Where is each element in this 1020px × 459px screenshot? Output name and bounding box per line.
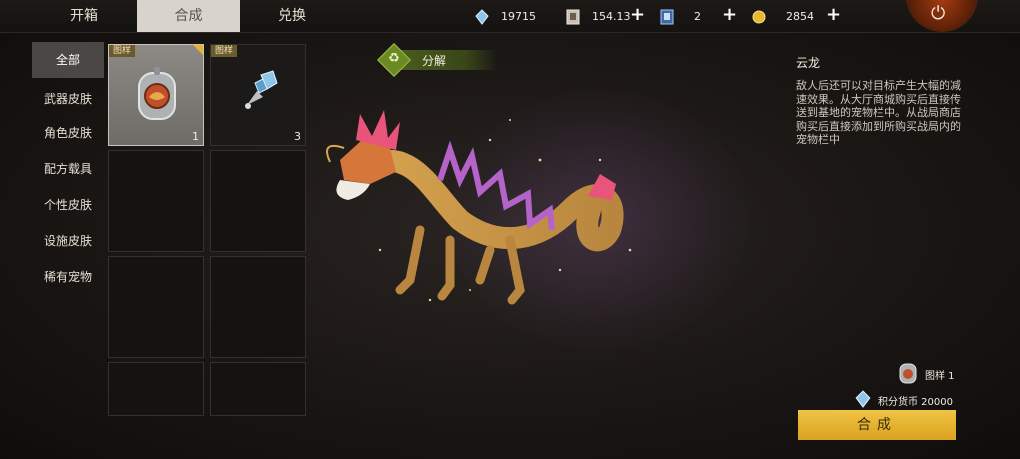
top-bar: 开箱 合成 兑换 19715 154.13 + 2 + 2854 + xyxy=(0,0,1020,33)
inventory-slot-pet-blueprint[interactable]: 图样 1 xyxy=(108,44,204,146)
blue-card-icon xyxy=(660,9,674,25)
sidebar-item-recipe-vehicles[interactable]: 配方载具 xyxy=(32,151,104,187)
item-name: 云龙 xyxy=(796,56,821,70)
resource-gold: 2854 + xyxy=(752,6,842,26)
blueprint-tag: 图样 xyxy=(109,45,136,57)
tab-exchange[interactable]: 兑换 xyxy=(242,0,342,32)
blueprint-requirement: 图样 1 xyxy=(925,371,955,382)
tab-synthesis[interactable]: 合成 xyxy=(137,0,240,32)
inventory-slot-rocket-blueprint[interactable]: 图样 3 xyxy=(210,44,306,146)
decompose-label: 分解 xyxy=(422,54,447,68)
crystal-value: 19715 xyxy=(501,10,536,23)
ticket-value: 154.13 xyxy=(592,10,631,23)
sidebar-item-facility-skins[interactable]: 设施皮肤 xyxy=(32,223,104,259)
blue-card-value: 2 xyxy=(694,10,701,23)
sidebar-item-personal-skins[interactable]: 个性皮肤 xyxy=(32,187,104,223)
blueprint-tag: 图样 xyxy=(211,45,238,57)
gold-value: 2854 xyxy=(786,10,814,23)
power-icon: ⏻ xyxy=(931,3,946,24)
item-description: 敌人后还可以对目标产生大幅的减速效果。从大厅商城购买后直接传送到基地的宠物栏中。… xyxy=(796,79,961,146)
crystal-currency-icon xyxy=(855,390,871,408)
dragon-pet-model xyxy=(326,110,632,305)
craft-button[interactable]: 合成 xyxy=(798,410,956,440)
inventory-slot-empty[interactable] xyxy=(210,150,306,252)
add-blue-card-button[interactable]: + xyxy=(722,6,737,24)
selected-corner-marker xyxy=(193,45,203,55)
tab-open-box[interactable]: 开箱 xyxy=(34,0,134,32)
gold-coin-icon xyxy=(752,10,766,24)
inventory-slot-empty[interactable] xyxy=(108,256,204,358)
recycle-icon: ♻ xyxy=(388,51,400,66)
resource-crystal: 19715 xyxy=(475,8,565,26)
inventory-slot-empty[interactable] xyxy=(210,362,306,416)
item-count: 1 xyxy=(192,130,199,143)
crystal-currency-icon xyxy=(475,9,489,25)
crystal-rocket-icon xyxy=(245,70,278,109)
inventory-slot-empty[interactable] xyxy=(108,150,204,252)
add-ticket-button[interactable]: + xyxy=(630,6,645,24)
inventory-slot-empty[interactable] xyxy=(108,362,204,416)
add-gold-button[interactable]: + xyxy=(826,6,841,24)
sidebar-item-rare-pets[interactable]: 稀有宠物 xyxy=(32,259,104,295)
pet-badge-icon xyxy=(138,67,176,120)
inventory-slot-empty[interactable] xyxy=(210,256,306,358)
ticket-card-icon xyxy=(566,9,580,25)
resource-ticket: 154.13 + xyxy=(566,6,646,26)
sidebar-item-weapon-skins[interactable]: 武器皮肤 xyxy=(32,81,104,117)
points-requirement: 积分货币 20000 xyxy=(878,397,953,408)
sidebar-item-character-skins[interactable]: 角色皮肤 xyxy=(32,115,104,151)
decompose-button[interactable]: ♻ 分解 xyxy=(377,43,498,77)
sidebar-item-all[interactable]: 全部 xyxy=(32,42,104,78)
pet-badge-icon xyxy=(899,363,917,384)
resource-blue-card: 2 + xyxy=(660,6,740,26)
